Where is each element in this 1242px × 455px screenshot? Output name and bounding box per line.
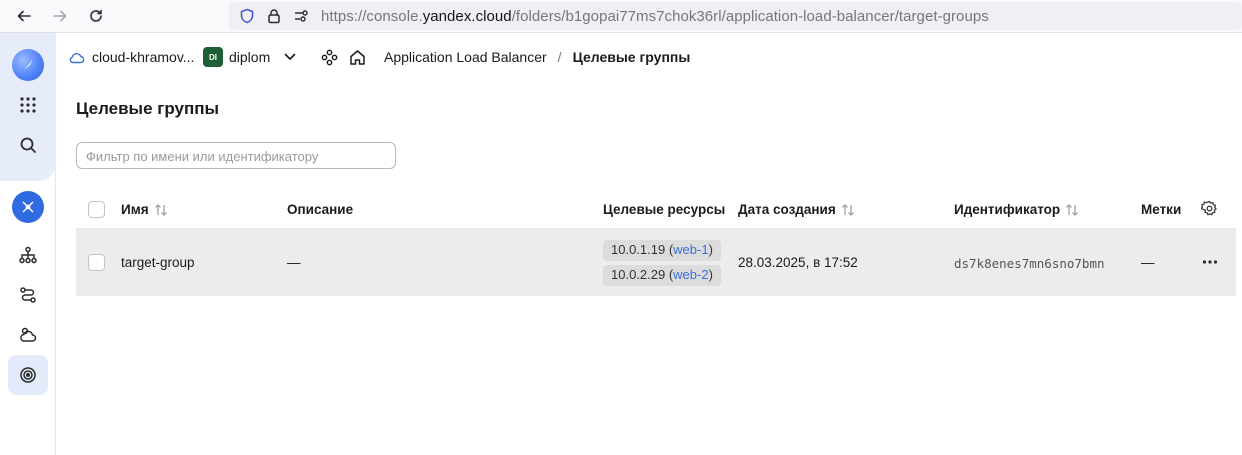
alb-service-icon[interactable] <box>8 187 48 227</box>
target-link[interactable]: web-2 <box>673 267 708 282</box>
service-switcher-icon[interactable] <box>321 47 338 67</box>
routes-icon[interactable] <box>8 275 48 315</box>
network-hierarchy-icon[interactable] <box>8 235 48 275</box>
page-title: Целевые группы <box>76 99 220 118</box>
column-header-labels: Метки <box>1141 202 1182 217</box>
select-all-checkbox[interactable] <box>88 201 105 218</box>
folder-selector[interactable]: DI diplom <box>203 47 296 67</box>
column-header-targets: Целевые ресурсы <box>603 202 726 217</box>
row-name[interactable]: target-group <box>121 255 195 270</box>
filter-input[interactable]: Фильтр по имени или идентификатору <box>76 142 396 169</box>
lock-icon[interactable] <box>266 8 282 24</box>
console-header: cloud-khramov... DI diplom Application L… <box>56 33 1242 81</box>
breadcrumb-service[interactable]: Application Load Balancer <box>384 49 547 65</box>
column-header-name[interactable]: Имя <box>121 201 168 218</box>
cloud-name: cloud-khramov... <box>92 49 195 65</box>
target-chip: 10.0.1.19 (web-1) <box>603 240 721 261</box>
sort-icon[interactable] <box>841 203 855 216</box>
column-header-id[interactable]: Идентификатор <box>954 201 1079 218</box>
row-description: — <box>287 255 301 270</box>
table-settings-gear-icon[interactable] <box>1201 200 1218 217</box>
row-id: ds7k8enes7mn6sno7bmn <box>954 256 1105 271</box>
browser-toolbar: https://console.yandex.cloud/folders/b1g… <box>0 0 1242 33</box>
shield-icon[interactable] <box>239 8 255 24</box>
reload-icon[interactable] <box>85 5 107 27</box>
sort-icon[interactable] <box>1065 203 1079 216</box>
home-icon[interactable] <box>349 47 366 67</box>
column-header-created[interactable]: Дата создания <box>738 201 855 218</box>
address-bar[interactable]: https://console.yandex.cloud/folders/b1g… <box>229 2 1242 30</box>
breadcrumb: Application Load Balancer / Целевые груп… <box>384 47 690 67</box>
target-icon[interactable] <box>8 355 48 395</box>
apps-grid-icon[interactable] <box>8 85 48 125</box>
left-rail <box>0 33 56 455</box>
row-labels: — <box>1141 255 1155 270</box>
url-text[interactable]: https://console.yandex.cloud/folders/b1g… <box>321 8 989 25</box>
cloud-icon <box>69 52 85 64</box>
sort-icon[interactable] <box>154 203 168 216</box>
target-link[interactable]: web-1 <box>673 242 708 257</box>
more-actions-icon[interactable] <box>1200 255 1220 269</box>
forward-arrow-icon[interactable] <box>49 5 71 27</box>
search-icon[interactable] <box>8 125 48 165</box>
folder-name: diplom <box>229 49 271 65</box>
cloud-backends-icon[interactable] <box>8 315 48 355</box>
chevron-down-icon[interactable] <box>284 53 296 61</box>
row-checkbox[interactable] <box>88 254 105 271</box>
permissions-icon[interactable] <box>293 8 309 24</box>
breadcrumb-separator: / <box>557 49 562 65</box>
back-arrow-icon[interactable] <box>13 5 35 27</box>
target-chip: 10.0.2.29 (web-2) <box>603 265 721 286</box>
column-header-description: Описание <box>287 202 354 217</box>
cloud-selector[interactable]: cloud-khramov... <box>68 47 194 67</box>
row-created: 28.03.2025, в 17:52 <box>738 255 858 270</box>
folder-badge: DI <box>203 47 223 67</box>
yandex-cloud-logo-icon[interactable] <box>8 45 48 85</box>
breadcrumb-current: Целевые группы <box>572 49 691 65</box>
